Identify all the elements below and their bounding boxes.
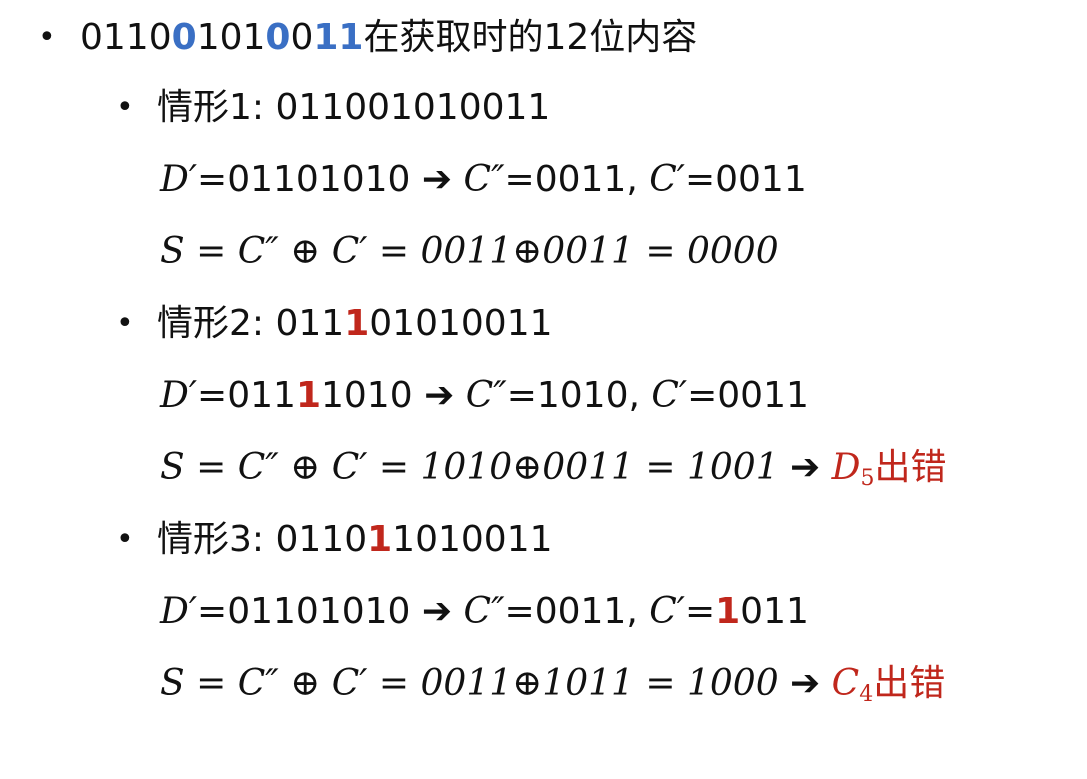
header-highlight-bit: 11 [313,17,364,58]
case3-title-a: 情形3: 0110 [157,519,368,560]
c-prime-label: C′ [651,375,688,416]
header-line: 011001010011在获取时的12位内容 [80,16,697,60]
case2-title-a: 情形2: 011 [157,303,345,344]
bullet-dot: • [116,306,134,341]
case1-d-line: D′=01101010 ➔ C″=0011, C′=0011 [160,158,807,202]
arrow-icon: ➔ [424,375,455,416]
d-prime-label: D′ [160,375,198,416]
case1-s-expr: S = C″ ⊕ C′ = 0011⊕0011 = 0000 [160,231,779,272]
case2-result: D5出错 [831,447,947,491]
result-text: 出错 [874,447,947,488]
case3-d-line: D′=01101010 ➔ C″=0011, C′=1011 [160,590,809,634]
error-bit: 1 [715,591,741,632]
c-prime-value-a: = [684,591,716,632]
c-prime-value: =0011 [684,159,807,200]
result-sub: 5 [860,466,875,491]
c-double-prime-label: C″ [463,159,505,200]
c-double-prime-value: =1010, [506,375,640,416]
result-var: D [831,447,861,488]
result-text: 出错 [873,663,946,704]
header-highlight-bit: 0 [265,17,291,58]
d-value: =01101010 [197,591,411,632]
case2-s-line: S = C″ ⊕ C′ = 1010⊕0011 = 1001 ➔ D5出错 [160,446,947,501]
d-value: =01101010 [197,159,411,200]
case2-title: 情形2: 011101010011 [157,302,553,346]
header-bits: 101 [196,17,266,58]
error-bit: 1 [295,375,321,416]
arrow-icon: ➔ [421,591,453,632]
case3-s-expr: S = C″ ⊕ C′ = 0011⊕1011 = 1000 [160,663,779,704]
c-prime-label: C′ [649,591,685,632]
d-value-b: 1010 [321,375,413,416]
bullet-dot: • [38,20,56,55]
case2-s-expr: S = C″ ⊕ C′ = 1010⊕0011 = 1001 [160,447,779,488]
result-sub: 4 [859,682,874,707]
c-double-prime-value: =0011, [504,159,638,200]
c-double-prime-value: =0011, [504,591,638,632]
bullet-dot: • [116,90,134,125]
arrow-icon: ➔ [790,663,821,704]
arrow-icon: ➔ [790,447,821,488]
error-bit: 1 [344,303,370,344]
case3-result: C4出错 [831,663,946,707]
c-prime-value-b: 011 [740,591,809,632]
header-highlight-bit: 0 [171,17,197,58]
result-var: C [831,663,860,704]
case3-title: 情形3: 011011010011 [157,518,553,562]
bullet-dot: • [116,522,134,557]
c-double-prime-label: C″ [465,375,507,416]
header-suffix: 在获取时的12位内容 [363,17,698,58]
d-value-a: =011 [197,375,296,416]
case1-title: 情形1: 011001010011 [157,87,551,128]
case2-title-b: 01010011 [369,303,553,344]
case2-d-line: D′=01111010 ➔ C″=1010, C′=0011 [160,374,809,418]
d-prime-label: D′ [160,591,198,632]
slide: • 011001010011在获取时的12位内容 • 情形1: 01100101… [0,0,1087,779]
c-prime-label: C′ [649,159,685,200]
d-prime-label: D′ [160,159,198,200]
c-prime-value: =0011 [687,375,809,416]
arrow-icon: ➔ [421,159,453,200]
header-bits: 0110 [80,17,172,58]
case3-title-b: 1010011 [392,519,553,560]
c-double-prime-label: C″ [463,591,505,632]
error-bit: 1 [367,519,393,560]
case3-s-line: S = C″ ⊕ C′ = 0011⊕1011 = 1000 ➔ C4出错 [160,662,945,717]
header-bits: 0 [290,17,314,58]
